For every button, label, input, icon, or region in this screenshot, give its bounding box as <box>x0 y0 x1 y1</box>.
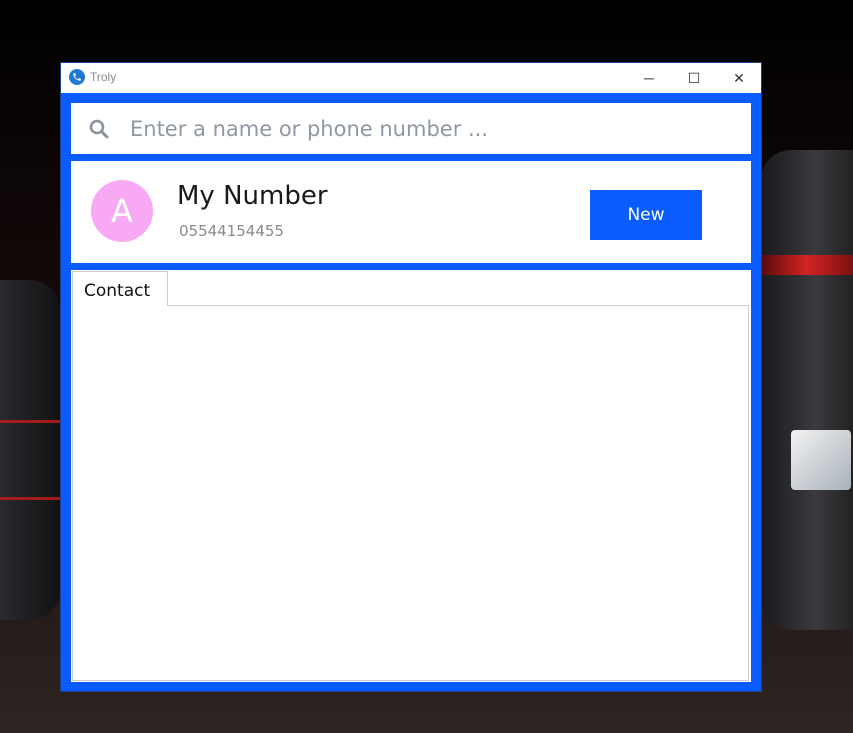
search-input[interactable] <box>126 103 746 154</box>
contact-name: My Number <box>177 181 328 211</box>
contact-phone: 05544154455 <box>179 222 284 240</box>
close-button[interactable]: ✕ <box>716 63 762 93</box>
my-number-card: A My Number 05544154455 New <box>71 161 751 263</box>
tab-contact[interactable]: Contact <box>72 271 168 306</box>
search-bar <box>71 103 751 154</box>
wallpaper-car-left <box>0 280 60 620</box>
wallpaper-car-right <box>761 150 853 630</box>
phone-icon <box>69 69 85 85</box>
wallpaper-plate <box>791 430 851 490</box>
avatar: A <box>91 180 153 242</box>
app-window: Troly ─ ☐ ✕ A My Number 05544154455 New … <box>60 62 762 692</box>
new-button[interactable]: New <box>590 190 702 240</box>
wallpaper-red-light <box>761 255 853 275</box>
contact-list-panel[interactable] <box>72 305 749 681</box>
wallpaper-red-lines <box>0 420 60 500</box>
minimize-button[interactable]: ─ <box>626 63 672 93</box>
window-title: Troly <box>90 70 117 84</box>
tab-area: Contact <box>71 270 751 682</box>
maximize-button[interactable]: ☐ <box>671 63 717 93</box>
title-bar[interactable]: Troly ─ ☐ ✕ <box>61 63 761 93</box>
search-icon <box>89 119 109 144</box>
